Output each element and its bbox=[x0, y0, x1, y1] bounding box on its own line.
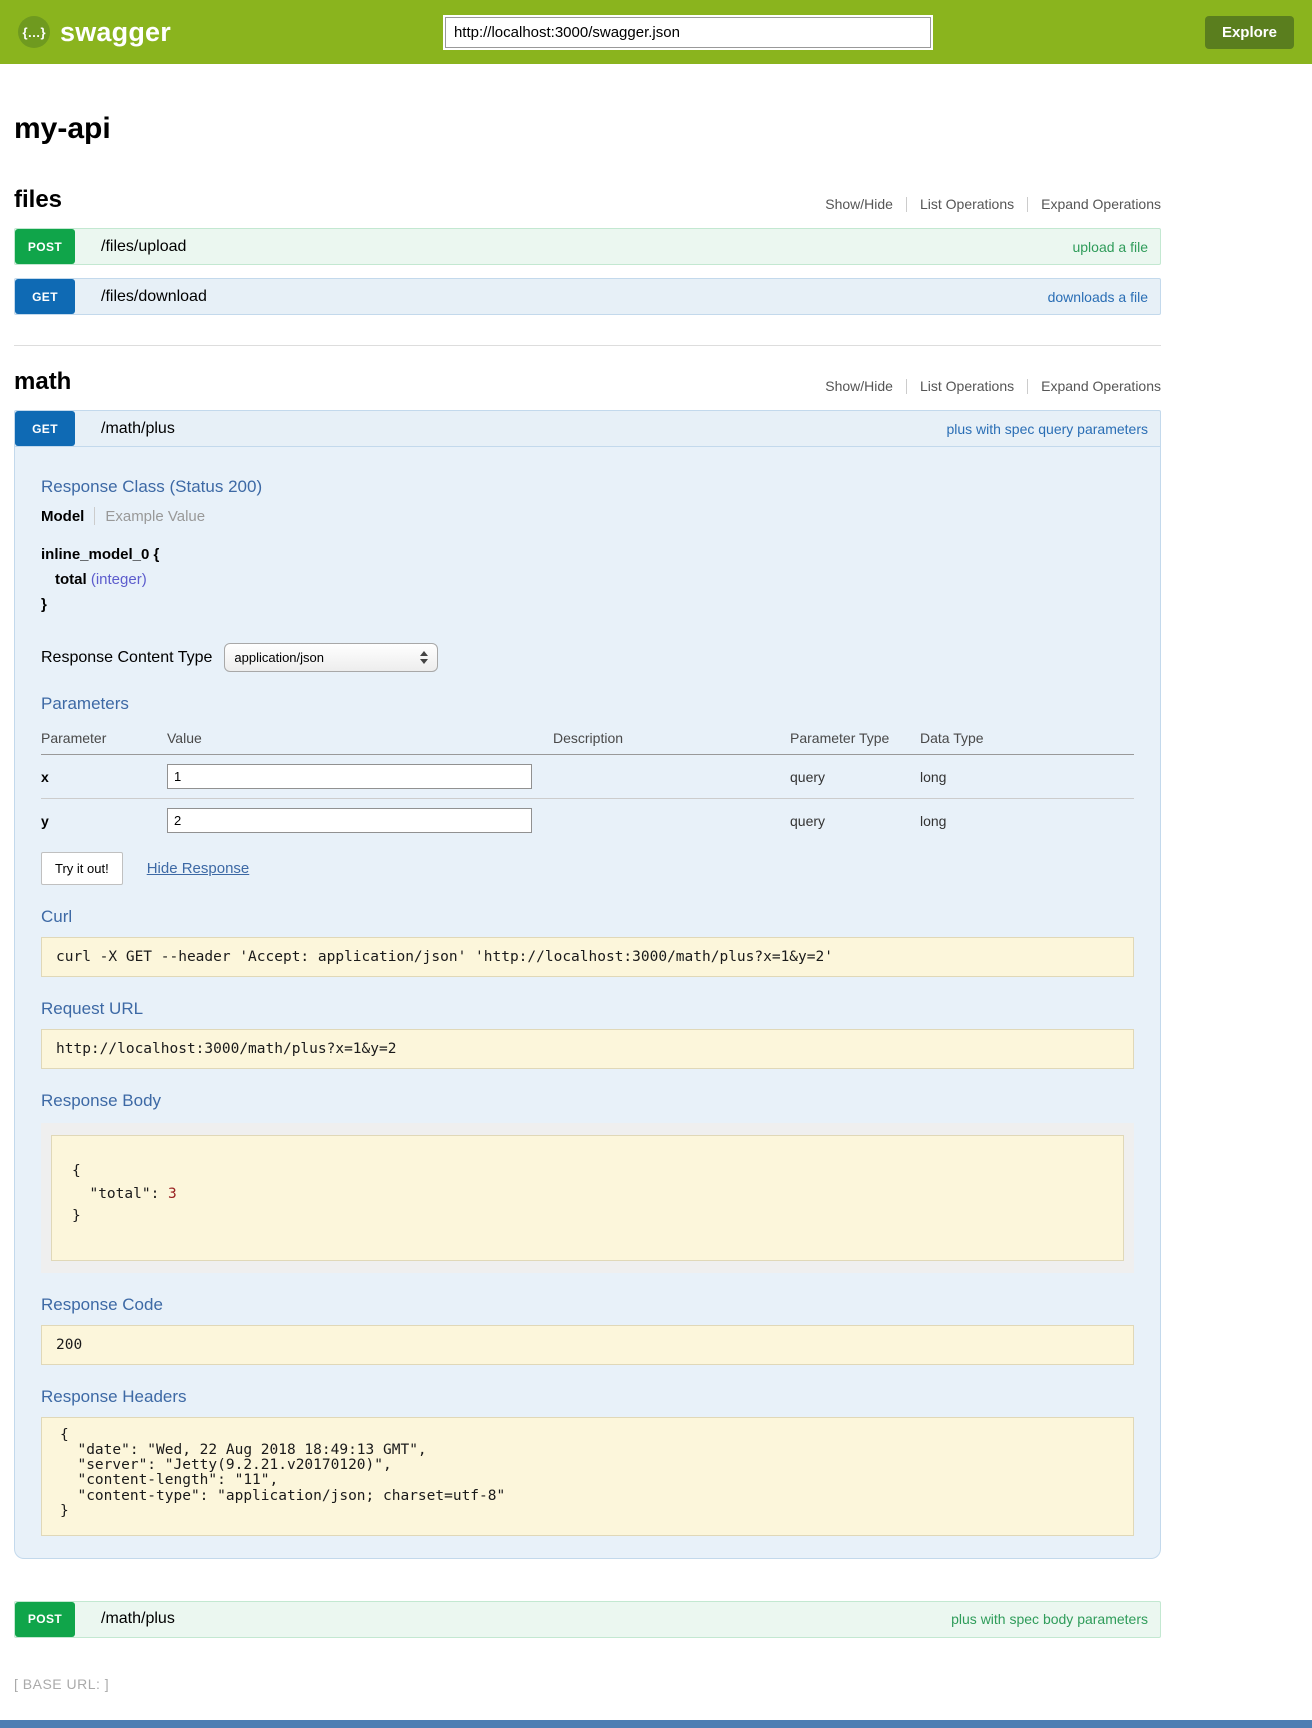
column-value: Value bbox=[167, 724, 553, 755]
expand-operations-link[interactable]: Expand Operations bbox=[1041, 196, 1161, 212]
request-url-value: http://localhost:3000/math/plus?x=1&y=2 bbox=[41, 1029, 1134, 1069]
page-title: my-api bbox=[14, 112, 1161, 146]
curl-heading: Curl bbox=[41, 907, 1134, 927]
show-hide-link[interactable]: Show/Hide bbox=[825, 378, 893, 394]
param-data-type: long bbox=[920, 755, 1134, 799]
controls-divider bbox=[906, 379, 907, 394]
resource-math-controls: Show/Hide List Operations Expand Operati… bbox=[825, 378, 1161, 396]
method-badge-get: GET bbox=[15, 411, 75, 446]
list-operations-link[interactable]: List Operations bbox=[920, 196, 1014, 212]
endpoint-get-math-plus[interactable]: GET /math/plus plus with spec query para… bbox=[14, 410, 1161, 447]
tab-divider bbox=[94, 507, 95, 525]
resource-math: math Show/Hide List Operations Expand Op… bbox=[14, 345, 1161, 1638]
endpoint-post-math-plus[interactable]: POST /math/plus plus with spec body para… bbox=[14, 1601, 1161, 1638]
endpoint-path-link[interactable]: /math/plus bbox=[101, 1610, 175, 1628]
tab-example-value[interactable]: Example Value bbox=[105, 508, 205, 525]
try-it-out-button[interactable]: Try it out! bbox=[41, 852, 123, 885]
operation-panel: Response Class (Status 200) Model Exampl… bbox=[14, 447, 1161, 1559]
base-url-text: [ BASE URL: ] bbox=[14, 1676, 1161, 1692]
endpoint-path-link[interactable]: /files/download bbox=[101, 288, 207, 306]
column-data-type: Data Type bbox=[920, 724, 1134, 755]
resource-files: files Show/Hide List Operations Expand O… bbox=[14, 186, 1161, 315]
hide-response-link[interactable]: Hide Response bbox=[147, 860, 250, 877]
endpoint-path-link[interactable]: /files/upload bbox=[101, 238, 186, 256]
param-description bbox=[553, 755, 790, 799]
parameters-header-row: Parameter Value Description Parameter Ty… bbox=[41, 724, 1134, 755]
request-url-heading: Request URL bbox=[41, 999, 1134, 1019]
response-class-heading: Response Class (Status 200) bbox=[41, 477, 1134, 497]
swagger-logo-icon: {…} bbox=[18, 16, 50, 48]
json-key: "total": bbox=[89, 1186, 168, 1202]
endpoint-post-files-upload[interactable]: POST /files/upload upload a file bbox=[14, 228, 1161, 265]
response-body-container: { "total": 3 } bbox=[41, 1123, 1134, 1272]
logo-glyph: {…} bbox=[22, 25, 45, 40]
method-badge-get: GET bbox=[15, 279, 75, 314]
param-y-input[interactable] bbox=[167, 808, 532, 833]
response-headers-heading: Response Headers bbox=[41, 1387, 1134, 1407]
param-data-type: long bbox=[920, 799, 1134, 843]
select-arrows-icon bbox=[420, 651, 428, 664]
model-signature: inline_model_0 { total (integer) } bbox=[41, 543, 1134, 617]
brand-title: swagger bbox=[60, 17, 171, 48]
method-badge-post: POST bbox=[15, 1602, 75, 1637]
table-row-x: x query long bbox=[41, 755, 1134, 799]
param-description bbox=[553, 799, 790, 843]
response-code-value: 200 bbox=[41, 1325, 1134, 1365]
model-close-line: } bbox=[41, 593, 1134, 618]
swagger-logo[interactable]: {…} swagger bbox=[18, 16, 171, 48]
param-name: y bbox=[41, 799, 167, 843]
show-hide-link[interactable]: Show/Hide bbox=[825, 196, 893, 212]
response-content-type-select[interactable]: application/json bbox=[224, 643, 438, 672]
controls-divider bbox=[906, 197, 907, 212]
response-content-type-label: Response Content Type bbox=[41, 649, 212, 667]
column-parameter: Parameter bbox=[41, 724, 167, 755]
param-type: query bbox=[790, 799, 920, 843]
tab-model[interactable]: Model bbox=[41, 508, 84, 525]
header-bar: {…} swagger Explore bbox=[0, 0, 1312, 64]
curl-command: curl -X GET --header 'Accept: applicatio… bbox=[41, 937, 1134, 977]
controls-divider bbox=[1027, 197, 1028, 212]
selected-content-type: application/json bbox=[234, 650, 420, 665]
endpoint-summary-link[interactable]: upload a file bbox=[1072, 239, 1148, 255]
list-operations-link[interactable]: List Operations bbox=[920, 378, 1014, 394]
column-parameter-type: Parameter Type bbox=[790, 724, 920, 755]
endpoint-summary-link[interactable]: downloads a file bbox=[1048, 289, 1148, 305]
endpoint-path-link[interactable]: /math/plus bbox=[101, 420, 175, 438]
method-badge-post: POST bbox=[15, 229, 75, 264]
model-property-type: (integer) bbox=[91, 571, 147, 588]
endpoint-summary-link[interactable]: plus with spec query parameters bbox=[946, 421, 1148, 437]
param-name: x bbox=[41, 755, 167, 799]
model-property-name: total bbox=[55, 571, 87, 588]
param-type: query bbox=[790, 755, 920, 799]
model-tabs: Model Example Value bbox=[41, 507, 1134, 525]
endpoint-summary-link[interactable]: plus with spec body parameters bbox=[951, 1611, 1148, 1627]
controls-divider bbox=[1027, 379, 1028, 394]
parameters-table: Parameter Value Description Parameter Ty… bbox=[41, 724, 1134, 842]
resource-files-controls: Show/Hide List Operations Expand Operati… bbox=[825, 196, 1161, 214]
bottom-bar bbox=[0, 1720, 1312, 1728]
resource-files-title: files bbox=[14, 186, 62, 214]
model-open-line: inline_model_0 { bbox=[41, 543, 1134, 568]
spec-url-input[interactable] bbox=[445, 17, 931, 48]
explore-button[interactable]: Explore bbox=[1205, 16, 1294, 49]
json-close-brace: } bbox=[72, 1208, 81, 1224]
json-number-value: 3 bbox=[168, 1186, 177, 1202]
column-description: Description bbox=[553, 724, 790, 755]
parameters-heading: Parameters bbox=[41, 694, 1134, 714]
response-body-json: { "total": 3 } bbox=[51, 1135, 1124, 1260]
response-body-heading: Response Body bbox=[41, 1091, 1134, 1111]
response-code-heading: Response Code bbox=[41, 1295, 1134, 1315]
table-row-y: y query long bbox=[41, 799, 1134, 843]
param-x-input[interactable] bbox=[167, 764, 532, 789]
response-headers-value: { "date": "Wed, 22 Aug 2018 18:49:13 GMT… bbox=[41, 1417, 1134, 1536]
endpoint-get-files-download[interactable]: GET /files/download downloads a file bbox=[14, 278, 1161, 315]
expand-operations-link[interactable]: Expand Operations bbox=[1041, 378, 1161, 394]
json-open-brace: { bbox=[72, 1163, 81, 1179]
resource-math-title: math bbox=[14, 368, 71, 396]
